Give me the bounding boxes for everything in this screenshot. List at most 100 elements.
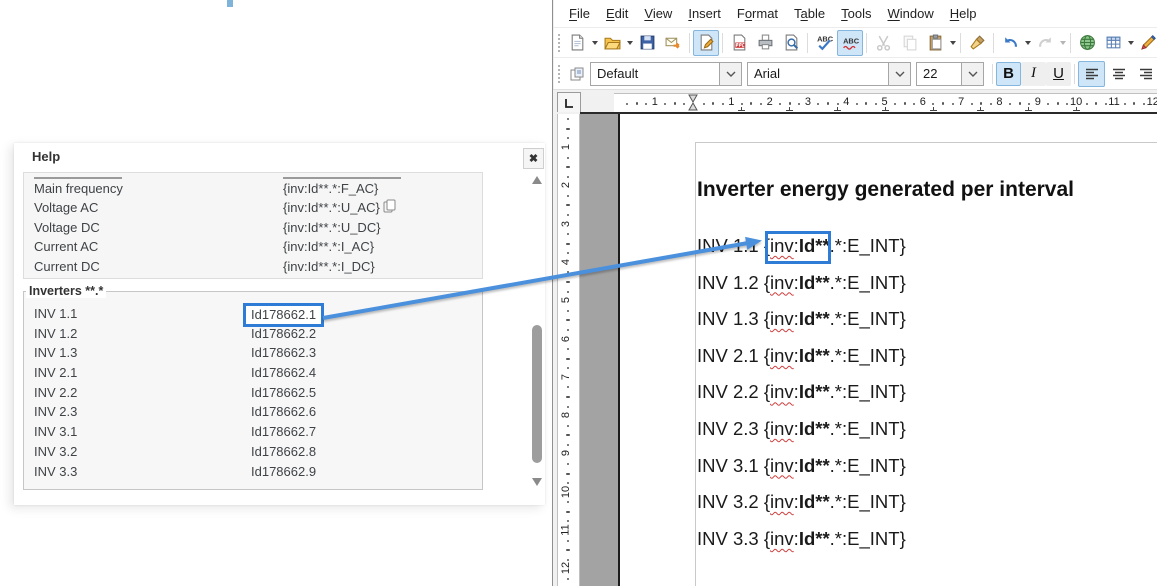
parameter-list: Main frequency{inv:Id**.*:F_AC}Voltage A…: [23, 172, 483, 279]
ruler-tick: [566, 396, 570, 398]
italic-button[interactable]: I: [1021, 62, 1046, 86]
ruler-tick: [1047, 103, 1049, 105]
save-button[interactable]: [634, 30, 660, 56]
inverter-value: Id178662.6: [251, 402, 316, 422]
menu-item-file[interactable]: File: [561, 3, 598, 24]
menu-item-help[interactable]: Help: [942, 3, 985, 24]
ruler-tick: [894, 103, 896, 105]
dropdown-caret-icon[interactable]: [1023, 31, 1032, 55]
menu-item-view[interactable]: View: [636, 3, 680, 24]
styles-icon[interactable]: [564, 61, 590, 87]
page-preview-button[interactable]: [778, 30, 804, 56]
toolbar-separator: [866, 33, 867, 53]
menu-item-tools[interactable]: Tools: [833, 3, 879, 24]
undo-icon: [1002, 34, 1019, 51]
parameter-row: Voltage DC{inv:Id**.*:U_DC}: [24, 218, 482, 237]
horizontal-ruler-scale[interactable]: 1123456789101112: [614, 93, 1157, 113]
save-icon: [639, 34, 656, 51]
underline-button[interactable]: U: [1046, 62, 1071, 86]
ruler-tick: [567, 157, 569, 159]
dropdown-caret-icon[interactable]: [625, 31, 634, 55]
parameter-row: Voltage AC{inv:Id**.*:U_AC}: [24, 198, 482, 217]
scroll-thumb[interactable]: [532, 325, 542, 463]
inverters-group: Inverters **.* INV 1.1Id178662.1INV 1.2I…: [23, 284, 483, 490]
redo-button[interactable]: [1032, 30, 1058, 56]
close-button[interactable]: ✖: [523, 148, 544, 169]
insert-table-icon: [1105, 34, 1122, 51]
ruler-tick: [1009, 103, 1011, 105]
redo-icon: [1037, 34, 1054, 51]
paragraph-style-combo[interactable]: Default: [590, 62, 742, 86]
copy-button[interactable]: [896, 30, 922, 56]
misspelled-word: inv: [770, 528, 794, 549]
ruler-number: 12: [1147, 96, 1157, 108]
undo-button[interactable]: [997, 30, 1023, 56]
toolbar-grip[interactable]: [558, 65, 560, 83]
export-pdf-button[interactable]: [726, 30, 752, 56]
chevron-down-icon[interactable]: [888, 63, 910, 85]
svg-text:ABC: ABC: [843, 37, 859, 46]
align-right-button[interactable]: [1132, 61, 1157, 87]
edit-mode-button[interactable]: [693, 30, 719, 56]
auto-spellcheck-button[interactable]: ABC: [837, 30, 863, 56]
help-scrollbar[interactable]: [530, 173, 544, 489]
document-line: INV 3.1 {inv:Id**.*:E_INT}: [697, 448, 906, 485]
cut-button[interactable]: [870, 30, 896, 56]
scroll-up-icon[interactable]: [532, 176, 542, 184]
font-name-combo[interactable]: Arial: [747, 62, 911, 86]
scroll-down-icon[interactable]: [532, 478, 542, 486]
copy-icon[interactable]: [380, 200, 397, 215]
margin-marker-icon[interactable]: [688, 94, 698, 111]
spellcheck-button[interactable]: ABC: [811, 30, 837, 56]
decorative-square: [227, 0, 233, 7]
inverter-label: INV 1.1: [34, 304, 77, 324]
hyperlink-button[interactable]: [1074, 30, 1100, 56]
menu-item-window[interactable]: Window: [880, 3, 942, 24]
font-size-combo[interactable]: 22: [916, 62, 984, 86]
inverter-row: INV 1.3Id178662.3: [24, 343, 482, 363]
parameter-label: Main frequency: [34, 179, 123, 198]
ruler-tick: [913, 103, 915, 105]
ruler-tick: [567, 233, 569, 235]
dropdown-caret-icon[interactable]: [590, 31, 599, 55]
draw-functions-button[interactable]: [1135, 30, 1157, 56]
chevron-down-icon[interactable]: [961, 63, 983, 85]
paste-icon: [927, 34, 944, 51]
send-email-button[interactable]: [660, 30, 686, 56]
paste-button[interactable]: [922, 30, 948, 56]
annotation-box-document: [765, 231, 831, 264]
dropdown-caret-icon[interactable]: [948, 31, 957, 55]
misspelled-word: inv: [770, 272, 794, 293]
document-page[interactable]: Inverter energy generated per interval I…: [620, 114, 1157, 586]
menu-item-format[interactable]: Format: [729, 3, 786, 24]
tab-stop-mark: [977, 107, 984, 111]
new-document-button[interactable]: [564, 30, 590, 56]
clone-formatting-icon: [969, 34, 986, 51]
inverter-row: INV 2.3Id178662.6: [24, 402, 482, 422]
help-panel-title: Help: [32, 149, 60, 164]
chevron-down-icon[interactable]: [719, 63, 741, 85]
clone-formatting-button[interactable]: [964, 30, 990, 56]
ruler-tick: [1124, 103, 1126, 105]
open-document-button[interactable]: [599, 30, 625, 56]
ruler-tick: [566, 358, 570, 360]
vertical-ruler-scale[interactable]: 123456789101112: [557, 114, 580, 586]
align-left-button[interactable]: [1078, 61, 1105, 87]
toolbar-grip[interactable]: [558, 34, 560, 52]
ruler-tick: [567, 329, 569, 331]
print-button[interactable]: [752, 30, 778, 56]
writer-window: FileEditViewInsertFormatTableToolsWindow…: [552, 0, 1157, 586]
document-line: INV 2.2 {inv:Id**.*:E_INT}: [697, 374, 906, 411]
dropdown-caret-icon[interactable]: [1058, 31, 1067, 55]
ruler-tick: [567, 214, 569, 216]
bold-button[interactable]: B: [996, 62, 1021, 86]
menu-item-table[interactable]: Table: [786, 3, 833, 24]
align-center-button[interactable]: [1105, 61, 1132, 87]
insert-table-button[interactable]: [1100, 30, 1126, 56]
dropdown-caret-icon[interactable]: [1126, 31, 1135, 55]
tab-stop-selector[interactable]: [557, 92, 581, 113]
menu-item-insert[interactable]: Insert: [680, 3, 729, 24]
menu-item-edit[interactable]: Edit: [598, 3, 636, 24]
ruler-number: 10: [560, 486, 572, 498]
ruler-tick: [798, 103, 800, 105]
